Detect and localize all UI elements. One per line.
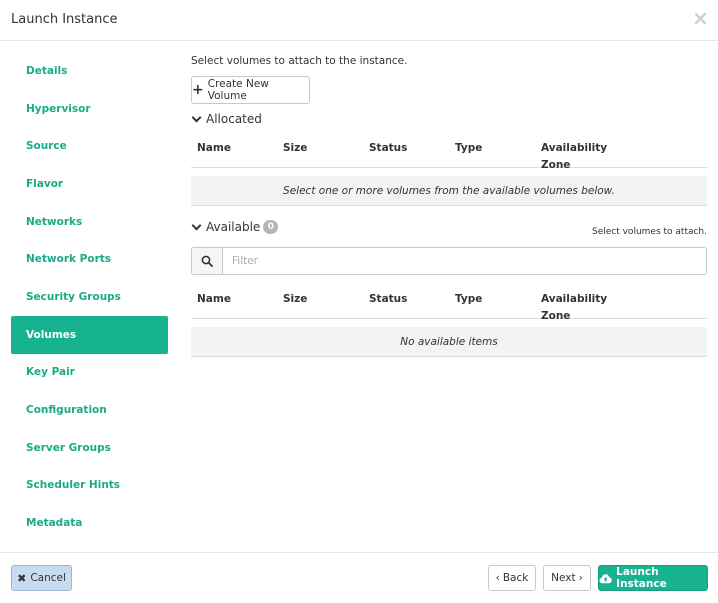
chevron-down-icon [191,112,202,123]
modal-footer: ✖ Cancel ‹ Back Next › Launch Instance [0,552,718,603]
filter-bar [191,247,707,275]
modal-header: Launch Instance × [0,0,718,41]
column-size[interactable]: Size [283,140,307,157]
plus-icon: + [192,82,204,98]
launch-instance-button[interactable]: Launch Instance [598,565,708,591]
close-icon: ✖ [17,571,27,585]
sidebar-item-scheduler-hints[interactable]: Scheduler Hints [11,467,168,505]
available-section-toggle[interactable]: Available 0 [191,220,279,234]
chevron-down-icon [191,220,202,231]
sidebar-item-network-ports[interactable]: Network Ports [11,240,168,278]
intro-text: Select volumes to attach to the instance… [191,55,408,67]
column-name[interactable]: Name [197,291,231,308]
chevron-left-icon: ‹ [495,572,500,584]
sidebar-item-metadata[interactable]: Metadata [11,504,168,542]
next-button[interactable]: Next › [543,565,591,591]
cancel-label: Cancel [30,572,66,584]
sidebar-item-hypervisor[interactable]: Hypervisor [11,90,168,128]
available-table-header: Name Size Status Type Availability Zone [191,283,707,322]
column-availability-zone[interactable]: Availability Zone [541,140,611,174]
back-button[interactable]: ‹ Back [488,565,536,591]
column-availability-zone[interactable]: Availability Zone [541,291,611,325]
column-type[interactable]: Type [455,140,482,157]
allocated-title: Allocated [206,112,262,126]
wizard-sidebar: Details Hypervisor Source Flavor Network… [11,52,168,542]
back-label: Back [502,572,529,584]
column-status[interactable]: Status [369,291,407,308]
filter-input[interactable] [223,248,706,274]
column-status[interactable]: Status [369,140,407,157]
launch-instance-label: Launch Instance [616,566,667,590]
sidebar-item-server-groups[interactable]: Server Groups [11,429,168,467]
available-empty-row: No available items [191,327,707,357]
cloud-upload-icon [599,573,612,583]
modal-title: Launch Instance [11,12,118,27]
sidebar-item-details[interactable]: Details [11,52,168,90]
column-type[interactable]: Type [455,291,482,308]
sidebar-item-key-pair[interactable]: Key Pair [11,354,168,392]
sidebar-item-security-groups[interactable]: Security Groups [11,278,168,316]
create-new-volume-label: Create New Volume [207,78,269,102]
cancel-button[interactable]: ✖ Cancel [11,565,72,591]
next-label: Next [551,572,576,584]
allocated-empty-row: Select one or more volumes from the avai… [191,176,707,206]
allocated-table-header: Name Size Status Type Availability Zone [191,132,707,171]
available-hint: Select volumes to attach. [591,227,707,237]
sidebar-item-volumes[interactable]: Volumes [11,315,168,354]
create-new-volume-button[interactable]: + Create New Volume [191,76,310,104]
column-name[interactable]: Name [197,140,231,157]
sidebar-item-source[interactable]: Source [11,127,168,165]
available-title: Available [206,220,261,234]
allocated-section-toggle[interactable]: Allocated [191,112,262,126]
available-count-badge: 0 [263,220,279,234]
column-size[interactable]: Size [283,291,307,308]
sidebar-item-configuration[interactable]: Configuration [11,391,168,429]
close-icon[interactable]: × [692,8,709,28]
chevron-right-icon: › [578,572,583,584]
sidebar-item-networks[interactable]: Networks [11,203,168,241]
search-icon [192,248,223,274]
sidebar-item-flavor[interactable]: Flavor [11,165,168,203]
